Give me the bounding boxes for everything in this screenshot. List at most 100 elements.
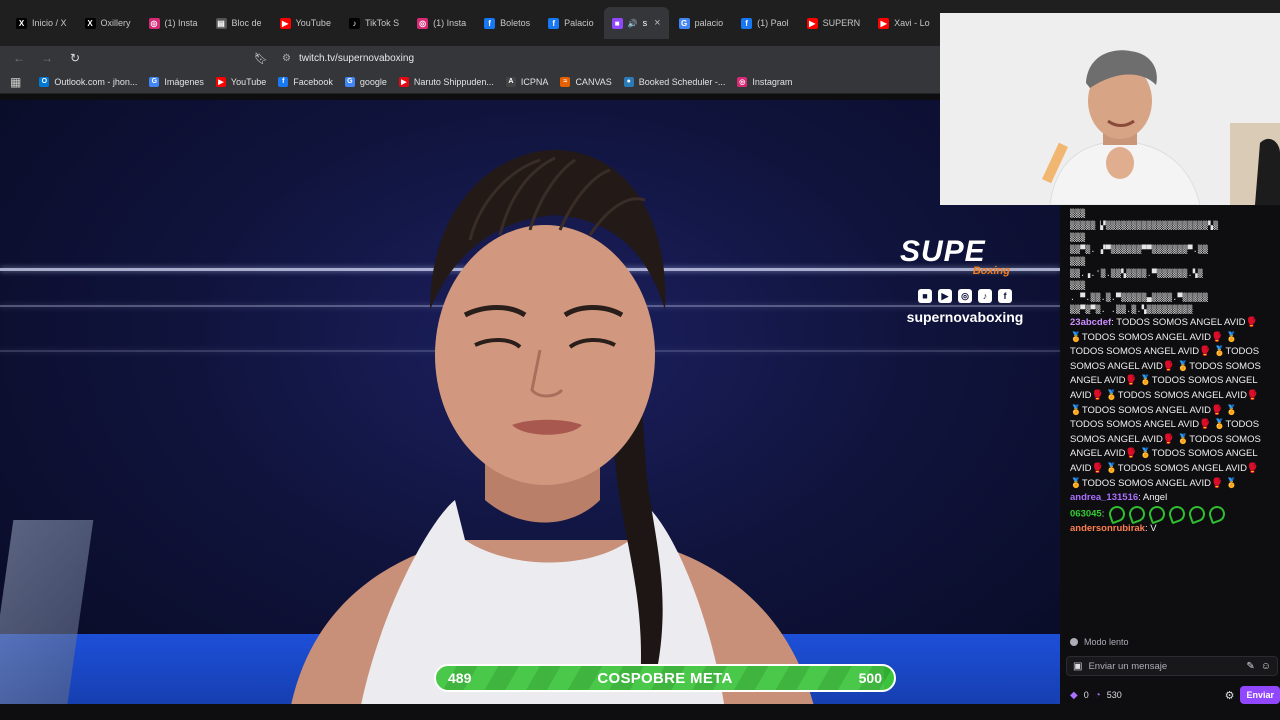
chat-username[interactable]: 063045: [1070, 508, 1102, 519]
tab-title: Palacio: [564, 18, 594, 28]
browser-tab[interactable]: f Boletos: [476, 7, 538, 39]
bookmark-item[interactable]: ◎ Instagram: [737, 76, 792, 87]
bits-count: 0: [1083, 690, 1089, 700]
youtube-icon: ▶: [806, 17, 818, 29]
forward-icon[interactable]: →: [40, 51, 54, 65]
slow-mode-indicator: Modo lento: [1070, 637, 1129, 647]
site-info-icon[interactable]: ⚙︎: [282, 53, 291, 64]
bookmark-item[interactable]: ▶ YouTube: [215, 76, 267, 87]
browser-tab[interactable]: ▶ SUPERN: [799, 7, 869, 39]
bookmark-label: google: [359, 76, 387, 87]
chat-panel: ▒▒▒ ▒▒▒▒▒▕▞▒▒▒▒▒▒▒▒▒▒▒▒▒▒▒▒▒▒▒▒▚▒ ▒▒▒ ▒▒▀▒.…: [1062, 205, 1280, 710]
browser-tab[interactable]: ◎ (1) Insta: [141, 7, 206, 39]
video-player[interactable]: SUPE Boxing ■ ▶ ◎ ♪ f supernovaboxing: [0, 100, 1060, 704]
chat-bottom-bar: ◆ 0 ◔ 530 ⚙ Enviar: [1070, 685, 1280, 705]
x-icon: X: [84, 17, 96, 29]
browser-tab[interactable]: ♪ TikTok S: [341, 7, 407, 39]
bookmark-item[interactable]: ≈ CANVAS: [560, 76, 612, 87]
bits-diamond-icon[interactable]: ◆: [1070, 690, 1078, 701]
chat-emote-icon[interactable]: [1186, 503, 1208, 524]
tab-title: SUPERN: [822, 18, 861, 28]
chat-emote-icon[interactable]: [1146, 503, 1168, 524]
browser-tab[interactable]: X Inicio / X: [8, 7, 75, 39]
close-tab-icon[interactable]: ×: [654, 17, 660, 29]
browser-tab[interactable]: ▤ Bloc de: [208, 7, 270, 39]
browser-tab[interactable]: X Oxillery: [77, 7, 139, 39]
apps-grid-icon[interactable]: ▦: [10, 75, 21, 89]
bookmark-label: Facebook: [293, 76, 333, 87]
chat-text: TODOS SOMOS ANGEL AVID🥊 🏅TODOS SOMOS ANG…: [1070, 317, 1261, 489]
bookmark-favicon-icon: ▶: [215, 76, 226, 87]
google-icon: G: [678, 17, 690, 29]
audio-playing-icon[interactable]: 🔊: [628, 19, 638, 28]
bookmark-item[interactable]: Ggoogle: [344, 76, 387, 87]
screen: X Inicio / X X Oxillery ◎ (1) Insta ▤ Bloc de ▶ Y…: [0, 0, 1280, 720]
channel-points-icon[interactable]: ◔: [1095, 690, 1101, 701]
bookmark-favicon-icon: G: [149, 76, 160, 87]
emote-picker-icon[interactable]: ☺: [1261, 661, 1271, 672]
tab-title: Inicio / X: [32, 18, 67, 28]
chat-settings-icon[interactable]: ⚙: [1225, 689, 1235, 702]
address-bar[interactable]: 🔖︎ ⚙︎ twitch.tv/supernovaboxing: [254, 52, 414, 65]
tab-title: TikTok S: [364, 18, 400, 28]
chat-input-placeholder: Enviar un mensaje: [1088, 660, 1168, 672]
youtube-icon: ▶: [279, 17, 291, 29]
bookmark-item[interactable]: O Outlook.com - jhon...: [39, 76, 137, 87]
chat-username[interactable]: andrea_131516: [1070, 492, 1138, 503]
bookmark-item[interactable]: f Facebook: [278, 76, 333, 87]
bookmark-favicon-icon: ●: [623, 76, 634, 87]
reload-icon[interactable]: ↻: [68, 51, 82, 65]
chat-emote-icon[interactable]: [1166, 503, 1188, 524]
bits-icon[interactable]: ✎: [1246, 661, 1254, 672]
bookmark-favicon-icon: A: [505, 76, 516, 87]
browser-tab[interactable]: Gpalacio: [671, 7, 732, 39]
chat-emote-icon[interactable]: [1206, 503, 1228, 524]
chat-emote-icon[interactable]: [1106, 503, 1128, 524]
tab-title: YouTube: [295, 18, 331, 28]
url-text: twitch.tv/supernovaboxing: [298, 52, 415, 64]
back-icon[interactable]: ←: [12, 51, 26, 65]
chat-ascii-art-line: ▒▒.▗.'▒.▒▒▚▒▒▒▒.▀▒▒▒▒▒▒.▚▒: [1070, 269, 1204, 278]
chat-ascii-art-line: ▒▒▒: [1070, 281, 1086, 290]
chat-text: V: [1150, 522, 1157, 534]
facebook-icon: f: [741, 17, 753, 29]
youtube-icon: ▶: [878, 17, 890, 29]
document-icon: ▤: [215, 17, 227, 29]
browser-tab[interactable]: ▶ YouTube: [272, 7, 339, 39]
tab-title: (1) Paol: [757, 18, 789, 28]
twitch-icon: ■: [918, 289, 932, 303]
instagram-icon: ◎: [417, 17, 429, 29]
browser-tab[interactable]: ■ 🔊 s ×: [603, 7, 669, 39]
browser-tab[interactable]: ◎ (1) Insta: [409, 7, 474, 39]
chat-input[interactable]: ▣ Enviar un mensaje ✎ ☺: [1066, 656, 1278, 676]
bookmark-favicon-icon: ◎: [737, 76, 748, 87]
document-icon: f: [484, 17, 496, 29]
bookmark-item[interactable]: A ICPNA: [505, 76, 548, 87]
bookmark-item[interactable]: ● Booked Scheduler -...: [623, 76, 725, 87]
goal-progress-fill: [436, 666, 884, 690]
chat-message: andrea_131516: Angel: [1070, 491, 1264, 506]
chat-username[interactable]: 23abcdef: [1070, 317, 1111, 328]
chat-text: Angel: [1142, 492, 1168, 504]
chat-emote-icon[interactable]: [1126, 503, 1148, 524]
x-icon: X: [16, 17, 27, 29]
bookmark-item[interactable]: G Imágenes: [149, 76, 204, 87]
bookmark-item[interactable]: ▶ Naruto Shippuden...: [398, 76, 494, 87]
tab-title: (1) Insta: [433, 18, 467, 28]
browser-tab[interactable]: f Palacio: [540, 7, 602, 39]
chat-ascii-art-line: ▒▒▀▒▀▒. .▒▒.▒.▚▒▒▒▒▒▒▒▒▒: [1070, 305, 1193, 314]
chat-badge-icon[interactable]: ▣: [1073, 661, 1082, 672]
chat-ascii-art-line: . ▀.▒▒.▒.▀▒▒▒▒▒▄▒▒▒▒.▀▒▒▒▒▒: [1070, 293, 1209, 302]
instagram-icon: ◎: [148, 17, 160, 29]
tab-title: Xavi - Lo: [894, 18, 930, 28]
social-icons: ■ ▶ ◎ ♪ f: [900, 289, 1030, 303]
youtube-icon: ▶: [938, 289, 952, 303]
browser-tab[interactable]: f (1) Paol: [733, 7, 797, 39]
send-button[interactable]: Enviar: [1240, 686, 1280, 704]
bookmark-label: YouTube: [230, 76, 267, 87]
facebook-icon: f: [998, 289, 1012, 303]
chat-message: 23abcdef: TODOS SOMOS ANGEL AVID🥊 🏅TODOS…: [1070, 316, 1264, 491]
bookmark-icon[interactable]: 🔖︎: [254, 52, 268, 65]
browser-tab[interactable]: ▶ Xavi - Lo: [870, 7, 938, 39]
chat-username[interactable]: andersonrubirak: [1070, 523, 1145, 534]
